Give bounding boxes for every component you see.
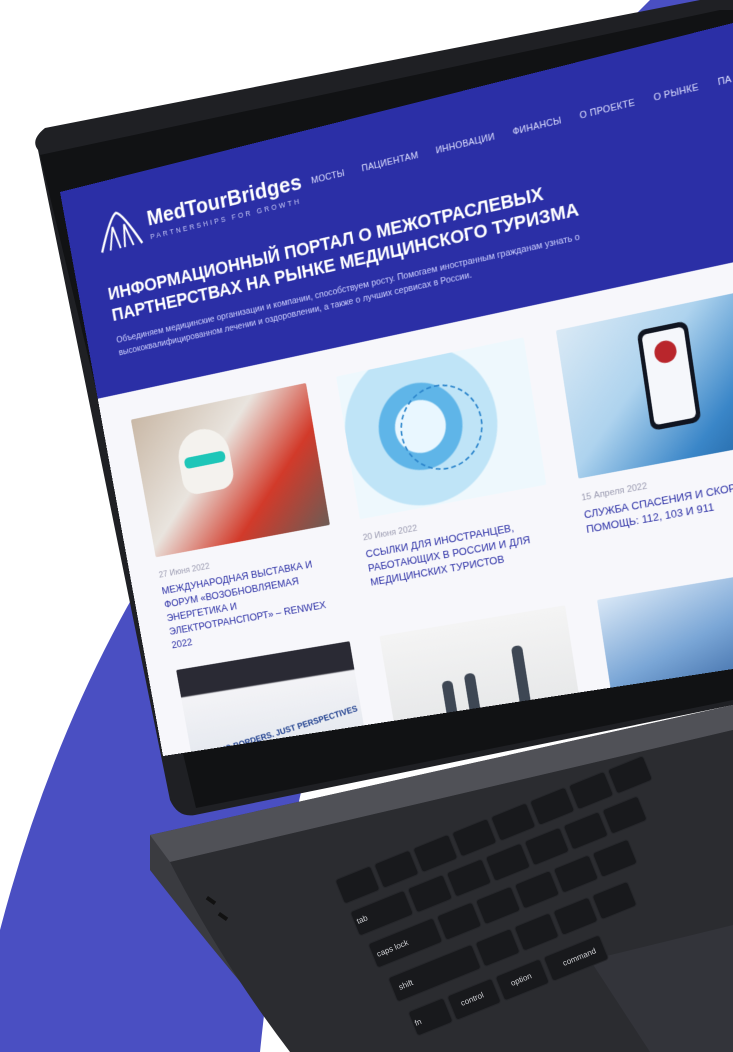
nav-item-about-market[interactable]: О РЫНКЕ (653, 82, 700, 103)
site-logo[interactable]: MedTourBridges PARTNERSHIPS FOR GROWTH (94, 166, 305, 254)
globe-photo (336, 337, 546, 519)
nav-item-patients[interactable]: ПАЦИЕНТАМ (361, 150, 419, 174)
nav-item-about-project[interactable]: О ПРОЕКТЕ (579, 98, 636, 122)
nav-item-partners[interactable]: ПА (717, 74, 732, 88)
news-card-links[interactable]: 20 Июня 2022 ССЫЛКИ ДЛЯ ИНОСТРАНЦЕВ, РАБ… (336, 337, 558, 589)
news-card-emergency[interactable]: 15 Апреля 2022 СЛУЖБА СПАСЕНИЯ И СКОРАЯ … (556, 288, 733, 537)
news-card-renwex[interactable]: 27 Июня 2022 МЕЖДУНАРОДНАЯ ВЫСТАВКА И ФО… (131, 383, 347, 652)
emblem-icon (653, 339, 678, 365)
phone-screen (641, 326, 696, 425)
robot-photo (131, 383, 330, 557)
bridge-logo-icon (94, 206, 144, 254)
nav-item-innovations[interactable]: ИННОВАЦИИ (435, 132, 496, 156)
nav-item-finance[interactable]: ФИНАНСЫ (512, 115, 562, 137)
phone-shape (637, 320, 702, 431)
globe-ring (394, 377, 489, 477)
card-title[interactable]: ССЫЛКИ ДЛЯ ИНОСТРАНЦЕВ, РАБОТАЮЩИХ В РОС… (365, 514, 558, 590)
nav-item-bridges[interactable]: МОСТЫ (311, 168, 346, 186)
phone-photo (556, 288, 733, 478)
